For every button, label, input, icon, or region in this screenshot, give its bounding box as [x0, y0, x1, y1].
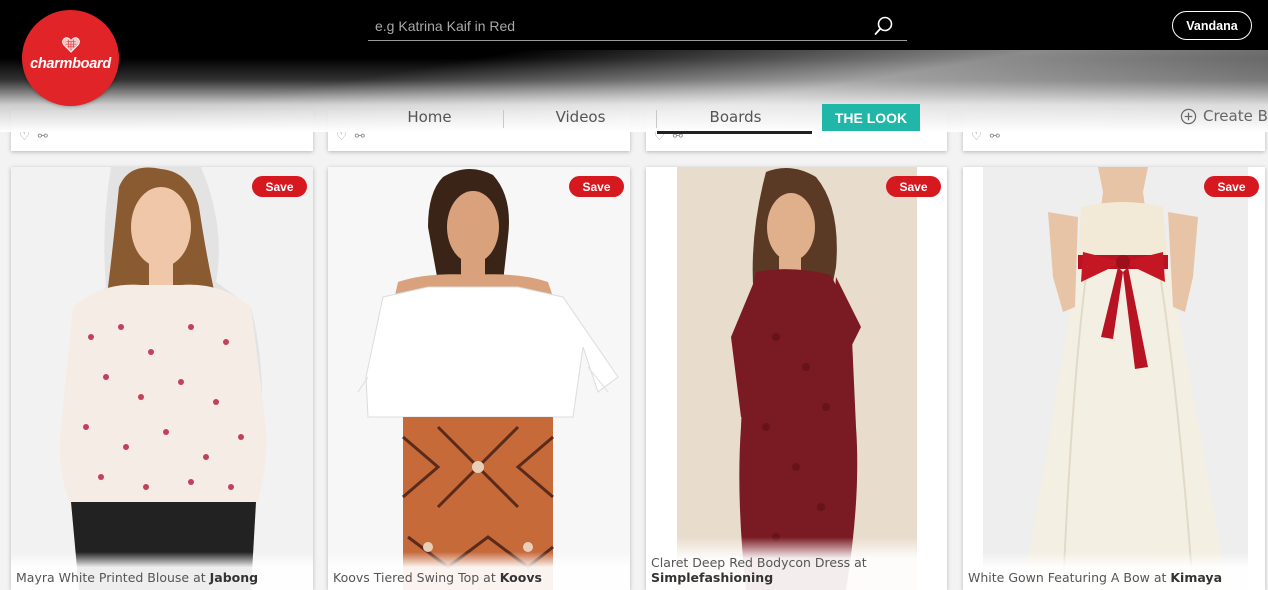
product-title: Claret Deep Red Bodycon Dress at — [651, 555, 867, 570]
nav-videos[interactable]: Videos — [528, 108, 633, 130]
heart-logo-icon — [61, 37, 80, 53]
product-caption[interactable]: Koovs Tiered Swing Top at Koovs — [328, 552, 630, 590]
nav-divider — [656, 110, 657, 128]
product-title: Mayra White Printed Blouse at — [16, 570, 210, 585]
save-button[interactable]: Save — [886, 176, 941, 197]
product-caption[interactable]: Claret Deep Red Bodycon Dress at Simplef… — [646, 537, 947, 590]
product-image[interactable] — [11, 167, 313, 590]
store-link[interactable]: Koovs — [500, 570, 542, 585]
store-link[interactable]: Jabong — [210, 570, 258, 585]
product-card[interactable]: Save White Gown Featuring A Bow at Kimay… — [963, 167, 1265, 590]
user-menu-button[interactable]: Vandana — [1172, 11, 1252, 40]
save-button[interactable]: Save — [569, 176, 624, 197]
nav-divider — [503, 110, 504, 128]
product-image[interactable] — [328, 167, 630, 590]
search-bar — [368, 12, 907, 41]
create-board-button[interactable]: Create B — [1180, 105, 1268, 127]
charmboard-logo[interactable]: charmboard — [22, 10, 119, 106]
nav-active-indicator — [657, 131, 812, 134]
product-card[interactable]: Save Mayra White Printed Blouse at Jabon… — [11, 167, 313, 590]
nav-boards[interactable]: Boards — [683, 108, 788, 130]
save-button[interactable]: Save — [252, 176, 307, 197]
page: ♡ ⚯ ♡ ⚯ ♡ ⚯ ♡ ⚯ Save Mayra White Printed… — [0, 0, 1268, 590]
product-title: Koovs Tiered Swing Top at — [333, 570, 500, 585]
product-title: White Gown Featuring A Bow at — [968, 570, 1171, 585]
nav-home[interactable]: Home — [377, 108, 482, 130]
store-link[interactable]: Simplefashioning — [651, 570, 773, 585]
logo-text: charmboard — [30, 56, 111, 72]
store-link[interactable]: Kimaya — [1170, 570, 1222, 585]
save-button[interactable]: Save — [1204, 176, 1259, 197]
create-board-label: Create B — [1203, 107, 1268, 125]
plus-circle-icon — [1180, 108, 1197, 124]
product-image[interactable] — [646, 167, 947, 590]
product-image[interactable] — [963, 167, 1265, 590]
product-card[interactable]: Save Koovs Tiered Swing Top at Koovs — [328, 167, 630, 590]
product-caption[interactable]: White Gown Featuring A Bow at Kimaya — [963, 552, 1265, 590]
search-input[interactable] — [375, 16, 855, 36]
product-caption[interactable]: Mayra White Printed Blouse at Jabong — [11, 552, 313, 590]
search-icon[interactable] — [873, 15, 895, 37]
product-card[interactable]: Save Claret Deep Red Bodycon Dress at Si… — [646, 167, 947, 590]
nav-the-look[interactable]: THE LOOK — [822, 104, 920, 131]
